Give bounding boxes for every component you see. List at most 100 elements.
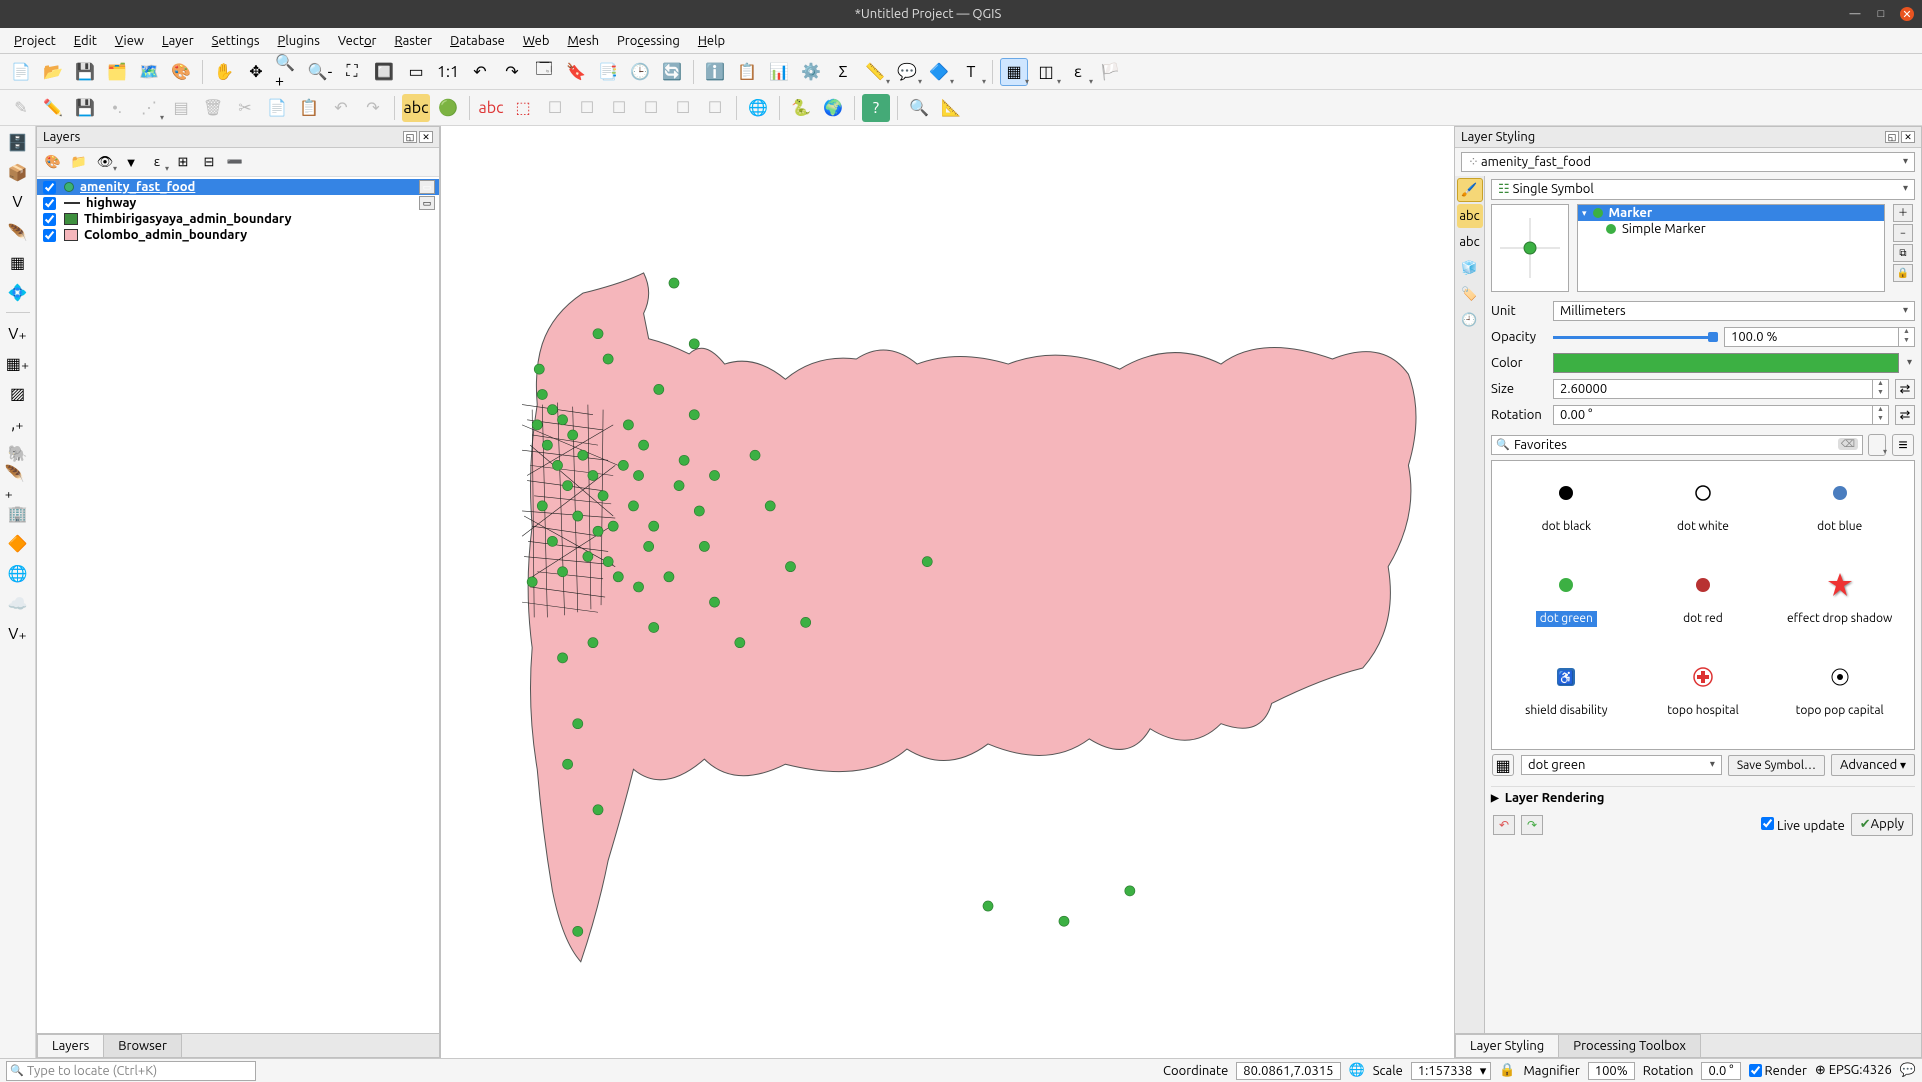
symbol-grid[interactable]: dot black dot white dot blue dot green d…: [1491, 460, 1915, 750]
layer-indicator-icon[interactable]: ▭: [419, 180, 435, 194]
selected-symbol-combo[interactable]: dot green: [1521, 755, 1722, 775]
add-feature-icon[interactable]: •.: [103, 94, 131, 122]
close-panel-icon[interactable]: ✕: [1901, 131, 1915, 143]
layer-checkbox[interactable]: [43, 181, 56, 194]
duplicate-symlayer-icon[interactable]: ⧉: [1893, 244, 1913, 262]
size-input[interactable]: 2.60000▲▼: [1553, 379, 1889, 399]
statistics-icon[interactable]: Σ: [829, 58, 857, 86]
filter-legend-icon[interactable]: ▼: [120, 151, 142, 173]
cut-features-icon[interactable]: ✂: [231, 94, 259, 122]
menu-settings[interactable]: Settings: [204, 32, 268, 50]
new-virtual-icon[interactable]: ▦: [4, 248, 32, 276]
symbol-dot-blue[interactable]: dot blue: [1773, 469, 1906, 557]
zoom-out-icon[interactable]: 🔍-: [306, 58, 334, 86]
color-picker[interactable]: [1553, 353, 1899, 373]
symbol-filter-icon[interactable]: [1868, 434, 1886, 456]
josm-icon[interactable]: 📐: [937, 94, 965, 122]
new-print-layout-icon[interactable]: 🗂️: [103, 58, 131, 86]
undo-style-icon[interactable]: ↶: [1493, 815, 1515, 835]
vtab-masks-icon[interactable]: abc: [1457, 230, 1483, 254]
add-raster-icon[interactable]: ▦₊: [4, 349, 32, 377]
symbol-dot-red[interactable]: dot red: [1637, 561, 1770, 649]
new-memory-icon[interactable]: 💠: [4, 278, 32, 306]
rotation-input[interactable]: 0.00 °▲▼: [1553, 405, 1889, 425]
select-by-value-icon[interactable]: ▦: [1000, 58, 1028, 86]
layer-checkbox[interactable]: [43, 197, 56, 210]
zoom-native-icon[interactable]: 1:1: [434, 58, 462, 86]
new-shapefile-icon[interactable]: V: [4, 188, 32, 216]
opacity-input[interactable]: 100.0 %▲▼: [1724, 327, 1915, 347]
menu-help[interactable]: Help: [690, 32, 733, 50]
layer-indicator-icon[interactable]: ▭: [419, 196, 435, 210]
menu-layer[interactable]: Layer: [154, 32, 202, 50]
copy-features-icon[interactable]: 📄: [263, 94, 291, 122]
vtab-symbology-icon[interactable]: 🖌️: [1457, 178, 1483, 202]
add-postgis-icon[interactable]: 🐘: [4, 439, 32, 467]
scale-field[interactable]: 1:157338▾: [1411, 1062, 1492, 1080]
add-virtual-layer-icon[interactable]: V₊: [4, 619, 32, 647]
current-edits-icon[interactable]: ✎: [7, 94, 35, 122]
labeling-icon[interactable]: abc: [402, 94, 430, 122]
toolbox-icon[interactable]: ⚙️: [797, 58, 825, 86]
add-delimited-icon[interactable]: ,₊: [4, 409, 32, 437]
undo-icon[interactable]: ↶: [327, 94, 355, 122]
vtab-3d-icon[interactable]: 🧊: [1457, 256, 1483, 280]
redo-icon[interactable]: ↷: [359, 94, 387, 122]
select-by-expression-icon[interactable]: ε: [1064, 58, 1092, 86]
label-tb5-icon[interactable]: ☐: [605, 94, 633, 122]
pan-to-selection-icon[interactable]: ✥: [242, 58, 270, 86]
clear-search-icon[interactable]: ⌫: [1838, 438, 1858, 450]
help-icon[interactable]: ?: [862, 94, 890, 122]
expand-all-icon[interactable]: ⊞: [172, 151, 194, 173]
layers-tree[interactable]: amenity_fast_food ▭ highway ▭ Thimbiriga…: [37, 177, 439, 1033]
delete-selected-icon[interactable]: 🗑: [199, 94, 227, 122]
close-button[interactable]: ✕: [1900, 7, 1914, 21]
temporal-controller-icon[interactable]: 🕒: [626, 58, 654, 86]
toggle-editing-icon[interactable]: ✏️: [39, 94, 67, 122]
grid-view-icon[interactable]: ▦: [1492, 754, 1514, 776]
label-tb6-icon[interactable]: ☐: [637, 94, 665, 122]
menu-mesh[interactable]: Mesh: [559, 32, 607, 50]
new-spatialite-icon[interactable]: 🪶: [4, 218, 32, 246]
label-tb4-icon[interactable]: ☐: [573, 94, 601, 122]
maximize-button[interactable]: □: [1874, 7, 1888, 21]
opacity-slider[interactable]: [1553, 331, 1718, 343]
menu-web[interactable]: Web: [515, 32, 558, 50]
lock-scale-icon[interactable]: 🔒: [1499, 1063, 1515, 1078]
layer-rendering-section[interactable]: ▶ Layer Rendering: [1491, 786, 1915, 809]
unit-combo[interactable]: Millimeters: [1553, 301, 1915, 321]
layer-checkbox[interactable]: [43, 229, 56, 242]
refresh-icon[interactable]: 🔄: [658, 58, 686, 86]
new-map-view-icon[interactable]: 🗔: [530, 58, 558, 86]
zoom-full-icon[interactable]: ⛶: [338, 58, 366, 86]
layer-row-colombo[interactable]: Colombo_admin_boundary: [37, 227, 439, 243]
save-project-icon[interactable]: 💾: [71, 58, 99, 86]
add-symlayer-icon[interactable]: ＋: [1893, 204, 1913, 222]
new-spatial-bookmark-icon[interactable]: 🔖: [562, 58, 590, 86]
remove-symlayer-icon[interactable]: −: [1893, 224, 1913, 242]
add-group-icon[interactable]: 📁: [68, 151, 90, 173]
layer-row-amenity-fast-food[interactable]: amenity_fast_food ▭: [37, 179, 439, 195]
save-symbol-button[interactable]: Save Symbol…: [1728, 755, 1825, 776]
symbol-topo-pop-capital[interactable]: topo pop capital: [1773, 653, 1906, 741]
show-layout-manager-icon[interactable]: 🗺️: [135, 58, 163, 86]
add-wfs-icon[interactable]: ☁️: [4, 589, 32, 617]
layer-checkbox[interactable]: [43, 213, 56, 226]
apply-button[interactable]: ✔Apply: [1851, 813, 1913, 836]
modify-attrs-icon[interactable]: ▤: [167, 94, 195, 122]
symbol-effect-drop-shadow[interactable]: effect drop shadow: [1773, 561, 1906, 649]
redo-style-icon[interactable]: ↷: [1521, 815, 1543, 835]
select-features-icon[interactable]: 🔷: [925, 58, 953, 86]
menu-processing[interactable]: Processing: [609, 32, 688, 50]
symbol-shield-disability[interactable]: ♿shield disability: [1500, 653, 1633, 741]
size-dd-icon[interactable]: ⇄: [1895, 379, 1915, 399]
symbol-tree[interactable]: ▾ Marker Simple Marker: [1577, 204, 1885, 292]
add-mesh-icon[interactable]: ▨: [4, 379, 32, 407]
lock-symlayer-icon[interactable]: 🔒: [1893, 264, 1913, 282]
label-toolbar-2-icon[interactable]: ⬚: [509, 94, 537, 122]
vtab-labels-icon[interactable]: abc: [1457, 204, 1483, 228]
new-project-icon[interactable]: 📄: [7, 58, 35, 86]
save-edits-icon[interactable]: 💾: [71, 94, 99, 122]
symbol-topo-hospital[interactable]: topo hospital: [1637, 653, 1770, 741]
extents-icon[interactable]: 🌐: [1349, 1063, 1365, 1078]
